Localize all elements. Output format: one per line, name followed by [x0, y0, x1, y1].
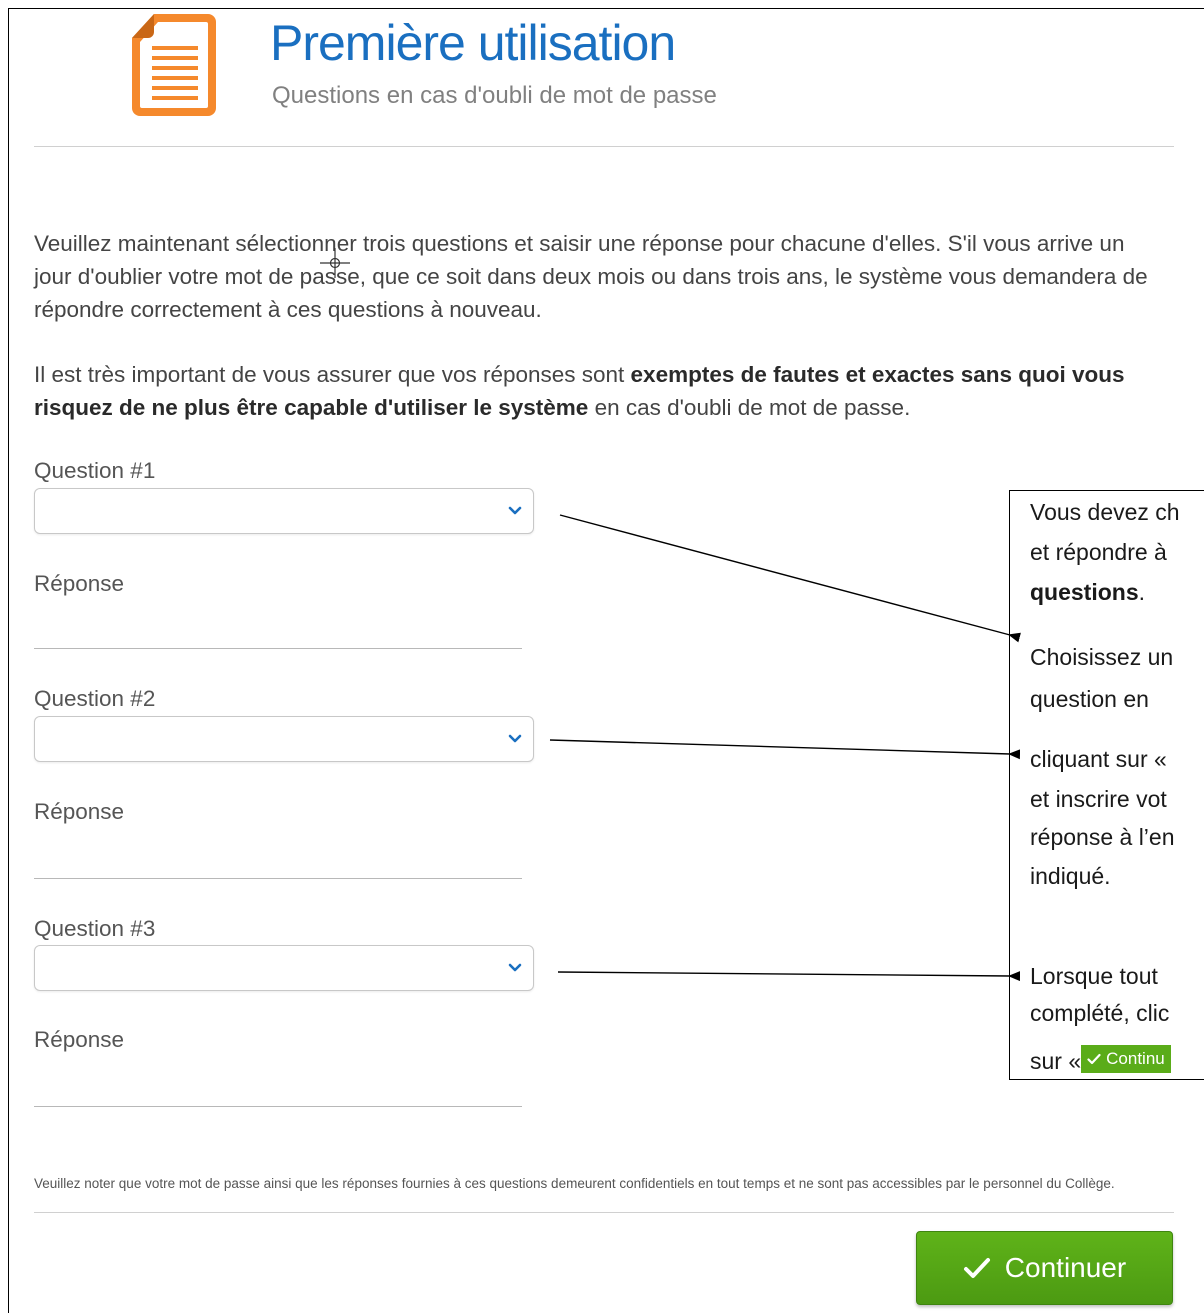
arrow-to-question-1: [559, 514, 1021, 643]
arrow-to-question-3: [557, 971, 1021, 982]
arrow-to-question-2: [549, 739, 1021, 760]
annotation-arrows: [549, 514, 1021, 982]
move-cursor-icon: [320, 248, 350, 278]
